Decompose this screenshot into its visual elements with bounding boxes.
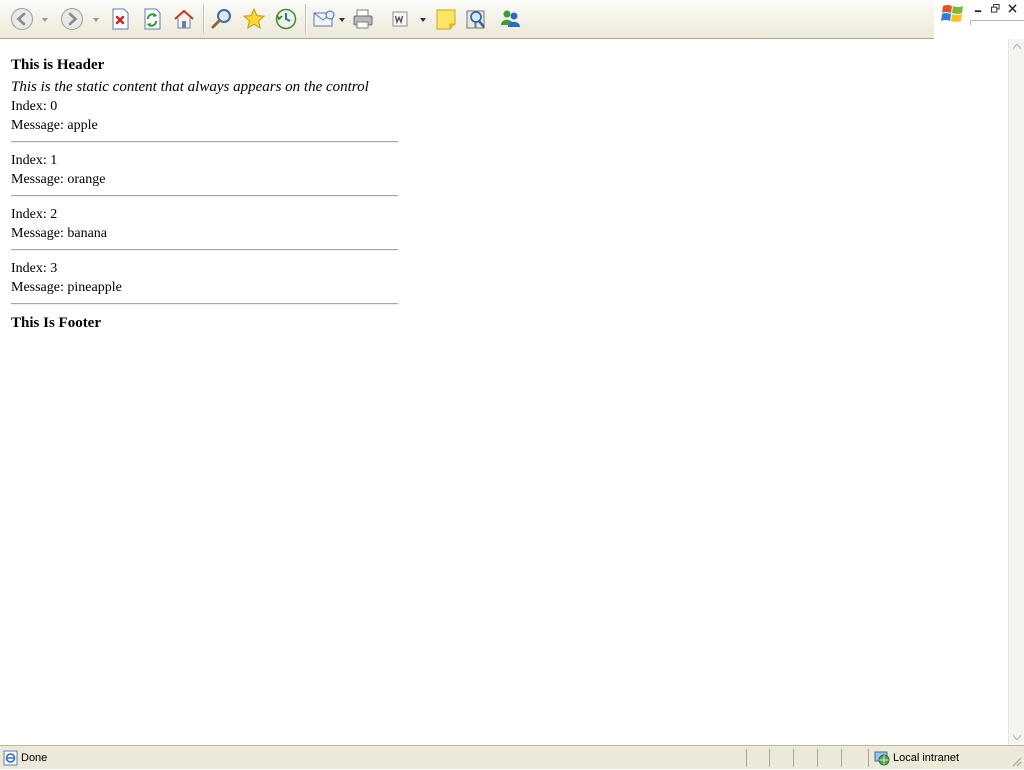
back-dropdown[interactable] [41,16,48,23]
favorites-button[interactable] [240,5,268,33]
local-intranet-icon [874,750,890,766]
edit-dropdown[interactable] [419,16,426,23]
chevron-down-icon [1013,735,1021,740]
repeater-control: This is Header This is the static conten… [11,55,398,333]
home-button[interactable] [170,5,198,33]
status-text: Done [21,752,48,764]
index-text: Index: 2 [11,207,58,222]
toolbar-separator [203,4,205,34]
stop-button[interactable] [106,5,134,33]
status-pane-divider [817,749,818,767]
restore-icon [991,4,1000,13]
minimize-button[interactable] [972,2,985,15]
list-item: Index: 0 Message: apple [11,97,398,143]
close-button[interactable] [1006,2,1019,15]
print-icon [353,9,373,29]
list-item: Index: 1 Message: orange [11,151,398,197]
chevron-down-icon [92,17,99,22]
address-bar-edge [970,20,1024,25]
divider [11,249,398,251]
chevron-down-icon [41,17,48,22]
status-pane-divider [746,749,747,767]
scroll-down-button[interactable] [1009,730,1024,745]
history-button[interactable] [272,5,300,33]
page-document-icon [3,750,19,766]
restore-button[interactable] [989,2,1002,15]
message-text: Message: apple [11,118,98,133]
mail-button[interactable] [310,5,338,33]
message-text: Message: orange [11,172,106,187]
messenger-button[interactable] [496,5,524,33]
back-button[interactable] [8,5,36,33]
status-pane-divider [769,749,770,767]
status-pane-divider [793,749,794,767]
edit-button[interactable] [386,5,414,33]
note-button[interactable] [432,5,460,33]
close-icon [1008,4,1017,13]
forward-arrow-icon [61,8,83,30]
stop-icon [112,8,129,30]
toolbar [0,0,934,39]
message-text: Message: pineapple [11,280,122,295]
search-icon [211,9,231,29]
back-arrow-icon [11,8,33,30]
divider [11,141,398,143]
header-text: This is Header [11,57,105,73]
window-controls [934,0,1024,38]
favorites-star-icon [242,7,266,30]
note-icon [436,9,456,30]
status-pane-divider [868,749,869,767]
divider [11,303,398,305]
index-text: Index: 0 [11,99,58,114]
chevron-down-icon [419,17,426,22]
status-bar: Done Local intranet [0,745,1024,769]
windows-logo-icon [940,2,966,26]
chevron-down-icon [338,17,345,22]
page-content: This is Header This is the static conten… [0,39,1008,745]
index-text: Index: 1 [11,153,58,168]
forward-dropdown[interactable] [92,16,99,23]
minimize-icon [974,10,982,13]
toolbar-separator [305,4,307,34]
list-item: Index: 3 Message: pineapple [11,259,398,305]
mail-icon [313,10,335,27]
research-button[interactable] [462,5,490,33]
footer-text: This Is Footer [11,315,101,331]
home-icon [174,9,194,29]
search-button[interactable] [208,5,236,33]
message-text: Message: banana [11,226,108,241]
resize-grip[interactable] [1010,755,1022,767]
edit-word-icon [392,11,408,27]
refresh-button[interactable] [138,5,166,33]
static-content-text: This is the static content that always a… [11,79,369,95]
forward-button[interactable] [58,5,86,33]
history-icon [275,8,297,30]
chevron-up-icon [1013,44,1021,49]
mail-dropdown[interactable] [338,16,345,23]
status-pane-divider [841,749,842,767]
resize-grip-icon [1012,757,1022,767]
vertical-scrollbar[interactable] [1008,39,1024,745]
scroll-up-button[interactable] [1009,39,1024,54]
zone-text: Local intranet [893,752,960,764]
refresh-icon [144,8,161,30]
list-item: Index: 2 Message: banana [11,205,398,251]
messenger-icon [501,10,520,27]
print-button[interactable] [349,5,377,33]
divider [11,195,398,197]
research-icon [466,10,485,29]
index-text: Index: 3 [11,261,58,276]
